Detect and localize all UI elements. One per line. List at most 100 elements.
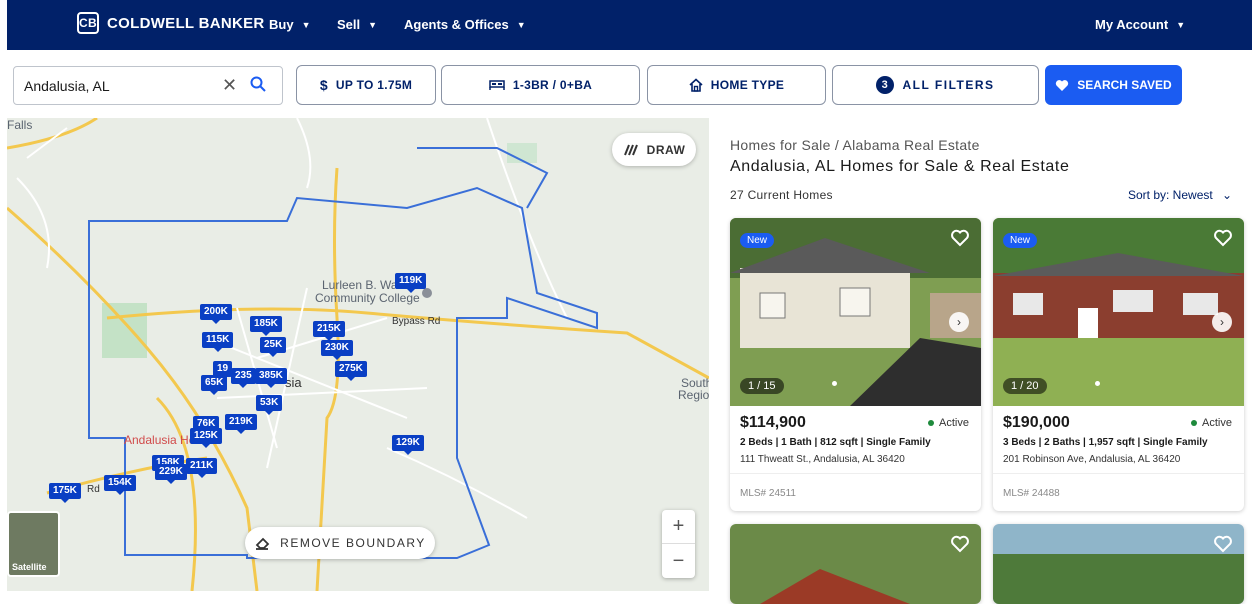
chevron-down-icon: ⌄ [1222,188,1233,202]
listing-price: $190,000 [1003,414,1070,431]
nav-agents-offices[interactable]: Agents & Offices ▼ [404,17,526,32]
listing-card[interactable] [993,524,1244,604]
price-pin[interactable]: 65K [201,375,228,395]
listing-photo[interactable] [993,524,1244,604]
status-label: Active [939,417,969,429]
caret-down-icon: ▼ [368,19,378,30]
next-photo-button[interactable]: › [949,312,969,332]
heart-icon[interactable] [950,228,970,248]
logo-mark-icon: CB [77,12,99,34]
listing-price: $114,900 [740,414,806,431]
caret-down-icon: ▼ [516,19,526,30]
map-label-region: Regio [678,388,709,402]
eraser-icon [255,537,270,550]
heart-icon[interactable] [950,534,970,554]
listing-address: 111 Thweatt St., Andalusia, AL 36420 [740,454,905,465]
remove-boundary-label: REMOVE BOUNDARY [280,536,426,550]
zoom-in-button[interactable]: + [662,510,695,544]
listing-card[interactable]: New › 1 / 20 $190,000 Active 3 Beds | 2 … [993,218,1244,511]
listing-card[interactable] [730,524,981,604]
home-type-filter-button[interactable]: HOME TYPE [647,65,826,105]
listing-card[interactable]: New › 1 / 15 $114,900 Active 2 Beds | 1 … [730,218,981,511]
listing-photo[interactable] [730,524,981,604]
brand-logo[interactable]: CB COLDWELL BANKER [77,12,265,34]
price-pin[interactable]: 275K [335,361,367,381]
results-panel: Homes for Sale / Alabama Real Estate And… [709,118,1252,604]
price-pin[interactable]: 200K [200,304,232,324]
zoom-controls: + − [662,510,695,578]
sort-dropdown[interactable]: Sort by: Newest ⌄ [1128,188,1232,202]
bed-icon [489,80,505,90]
all-filters-label: ALL FILTERS [902,78,995,92]
price-pin[interactable]: 119K [395,273,427,293]
nav-sell[interactable]: Sell ▼ [337,17,377,32]
active-dot-icon [928,420,935,426]
clear-icon[interactable]: ✕ [222,75,237,96]
listing-mls: MLS# 24511 [740,488,796,499]
carousel-dot [1095,381,1100,386]
price-pin[interactable]: 230K [321,340,353,360]
listing-specs: 2 Beds | 1 Bath | 812 sqft | Single Fami… [740,437,931,448]
nav-my-account[interactable]: My Account ▼ [1095,17,1185,32]
listing-specs: 3 Beds | 2 Baths | 1,957 sqft | Single F… [1003,437,1208,448]
price-pin[interactable]: 53K [256,395,283,415]
filter-count-badge: 3 [876,76,895,94]
draw-icon [623,144,638,155]
next-photo-button[interactable]: › [1212,312,1232,332]
price-pin[interactable]: 154K [104,475,136,495]
price-pin[interactable]: 129K [392,435,424,455]
zoom-out-button[interactable]: − [662,544,695,578]
map-label-falls: Falls [7,118,33,132]
search-value: Andalusia, AL [24,77,110,94]
result-count: 27 Current Homes [730,188,833,202]
price-pin[interactable]: 229K [155,464,187,484]
nav-account-label: My Account [1095,17,1169,32]
heart-icon[interactable] [1213,534,1233,554]
search-saved-label: SEARCH SAVED [1077,78,1172,92]
nav-buy-label: Buy [269,17,294,32]
location-search-input[interactable]: Andalusia, AL ✕ [13,66,283,105]
nav-sell-label: Sell [337,17,361,32]
caret-down-icon: ▼ [1176,19,1186,30]
beds-baths-filter-button[interactable]: 1-3BR / 0+BA [441,65,640,105]
brand-name: COLDWELL BANKER [107,14,265,32]
breadcrumb[interactable]: Homes for Sale / Alabama Real Estate [730,137,980,153]
photo-counter: 1 / 15 [740,378,784,394]
price-pin[interactable]: 235 [231,368,256,388]
search-saved-button[interactable]: SEARCH SAVED [1045,65,1182,105]
price-pin[interactable]: 219K [225,414,257,434]
price-filter-button[interactable]: $ UP TO 1.75M [296,65,436,105]
price-pin[interactable]: 115K [202,332,234,352]
price-pin[interactable]: 25K [260,337,287,357]
all-filters-button[interactable]: 3 ALL FILTERS [832,65,1039,105]
satellite-label: Satellite [12,562,47,572]
map-view[interactable]: Falls Lurleen B. Wa Community College si… [7,118,709,591]
divider [993,473,1244,474]
map-label-bypass-rd: Bypass Rd [392,316,441,327]
price-pin[interactable]: 385K [255,368,287,388]
caret-down-icon: ▼ [301,19,311,30]
map-label-college: Lurleen B. Wa [322,278,398,292]
status-label: Active [1202,417,1232,429]
price-pin[interactable]: 215K [313,321,345,341]
price-pin[interactable]: 175K [49,483,81,503]
map-canvas [7,118,709,591]
photo-counter: 1 / 20 [1003,378,1047,394]
search-icon[interactable] [250,76,266,92]
heart-icon[interactable] [1213,228,1233,248]
nav-agents-label: Agents & Offices [404,17,509,32]
price-pin[interactable]: 185K [250,316,282,336]
remove-boundary-button[interactable]: REMOVE BOUNDARY [245,527,435,559]
active-dot-icon [1191,420,1198,426]
new-badge: New [1003,233,1038,248]
home-icon [689,78,703,92]
new-badge: New [740,233,775,248]
beds-filter-label: 1-3BR / 0+BA [512,78,593,92]
listing-address: 201 Robinson Ave, Andalusia, AL 36420 [1003,454,1181,465]
map-label-city: sia [285,375,302,390]
price-pin[interactable]: 211K [186,458,218,478]
nav-buy[interactable]: Buy ▼ [269,17,310,32]
price-pin[interactable]: 125K [190,428,222,448]
draw-button[interactable]: DRAW [612,133,696,166]
satellite-toggle[interactable]: Satellite [7,511,60,577]
